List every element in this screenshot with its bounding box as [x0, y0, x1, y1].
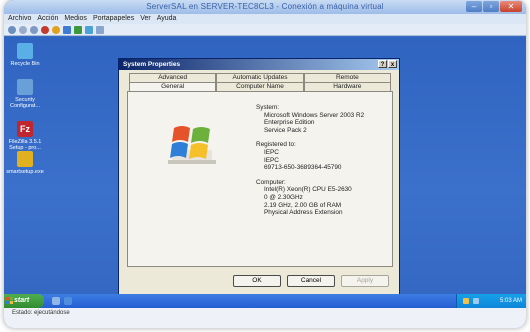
system-line: Service Pack 2 [264, 126, 307, 134]
windows-flag-icon [6, 297, 13, 304]
menu-accion[interactable]: Acción [37, 14, 58, 24]
start-label: start [14, 297, 30, 304]
revert-icon[interactable] [96, 25, 104, 34]
host-window-controls: – ▫ ✕ [466, 1, 522, 12]
windows-logo-icon [168, 126, 216, 164]
ctrl-alt-del-icon[interactable] [8, 25, 16, 34]
clock[interactable]: 5:03 AM [500, 298, 522, 304]
tab-general[interactable]: General [129, 82, 217, 91]
ok-button[interactable]: OK [233, 275, 281, 287]
desktop-icon-label: Security Configurat... [10, 97, 40, 109]
system-info-block: System: Microsoft Windows Server 2003 R2… [256, 104, 364, 217]
system-tray: 5:03 AM [456, 294, 526, 308]
system-line: Microsoft Windows Server 2003 R2 [264, 111, 365, 119]
start-button[interactable]: start [4, 294, 44, 308]
cancel-button[interactable]: Cancel [287, 275, 335, 287]
start-vm-icon[interactable] [19, 25, 27, 34]
host-menu-bar: Archivo Acción Medios Portapapeles Ver A… [4, 14, 526, 24]
computer-heading: Computer: [256, 178, 286, 186]
menu-medios[interactable]: Medios [64, 14, 87, 24]
registered-heading: Registered to: [256, 141, 296, 149]
menu-ver[interactable]: Ver [140, 14, 151, 24]
tabs-row-top: Advanced Automatic Updates Remote [129, 73, 391, 82]
setup-exe-icon [17, 151, 33, 167]
security-config-icon [17, 79, 33, 95]
quick-launch-ie-icon[interactable] [64, 297, 72, 305]
save-state-icon[interactable] [52, 25, 60, 34]
registered-line: IEPC [264, 148, 279, 156]
registered-line: 69713-650-3689364-45790 [264, 164, 342, 172]
host-window-title: ServerSAL en SERVER-TEC8CL3 - Conexión a… [146, 2, 384, 11]
maximize-button[interactable]: ▫ [483, 1, 499, 12]
menu-ayuda[interactable]: Ayuda [157, 14, 177, 24]
computer-line: 2.19 GHz, 2.00 GB of RAM [264, 201, 342, 209]
help-button[interactable]: ? [378, 60, 387, 68]
desktop-icon-label: smartsetup.exe [6, 169, 44, 175]
tab-remote[interactable]: Remote [303, 73, 391, 82]
apply-button[interactable]: Apply [341, 275, 389, 287]
general-tab-panel: System: Microsoft Windows Server 2003 R2… [127, 91, 393, 267]
status-text: Estado: ejecutándose [12, 310, 70, 316]
tab-automatic-updates[interactable]: Automatic Updates [216, 73, 304, 82]
recycle-bin-icon [17, 43, 33, 59]
tray-shield-icon[interactable] [463, 298, 469, 304]
desktop-icon-label: FileZilla 3.5.1 Setup - pro... [8, 139, 42, 151]
minimize-button[interactable]: – [466, 1, 482, 12]
system-line: Enterprise Edition [264, 119, 315, 127]
menu-portapapeles[interactable]: Portapapeles [93, 14, 134, 24]
system-heading: System: [256, 104, 280, 111]
computer-line: 0 @ 2.30GHz [264, 193, 303, 201]
close-button[interactable]: ✕ [500, 1, 522, 12]
desktop-icon-label: Recycle Bin [10, 61, 40, 67]
desktop-icon-recycle-bin[interactable]: Recycle Bin [4, 43, 46, 67]
pause-icon[interactable] [63, 25, 71, 34]
filezilla-icon: Fz [17, 121, 33, 137]
tab-computer-name[interactable]: Computer Name [216, 82, 304, 91]
computer-line: Intel(R) Xeon(R) CPU E5-2630 [264, 186, 352, 194]
registered-line: IEPC [264, 156, 279, 164]
dialog-title: System Properties [123, 61, 181, 68]
shutdown-icon[interactable] [41, 25, 49, 34]
system-properties-dialog: System Properties ? x Advanced Automatic… [118, 58, 400, 298]
computer-line: Physical Address Extension [264, 209, 343, 217]
vm-connection-window: ServerSAL en SERVER-TEC8CL3 - Conexión a… [4, 0, 526, 328]
dialog-title-buttons: ? x [378, 60, 397, 68]
desktop-icon-filezilla[interactable]: Fz FileZilla 3.5.1 Setup - pro... [4, 121, 46, 151]
taskbar: start 5:03 AM [4, 294, 526, 308]
host-title-bar: ServerSAL en SERVER-TEC8CL3 - Conexión a… [4, 0, 526, 14]
turn-off-icon[interactable] [30, 25, 38, 34]
tab-hardware[interactable]: Hardware [303, 82, 391, 91]
tab-advanced[interactable]: Advanced [129, 73, 217, 82]
dialog-title-bar: System Properties ? x [119, 59, 399, 70]
menu-archivo[interactable]: Archivo [8, 14, 31, 24]
desktop-icon-security-config[interactable]: Security Configurat... [4, 79, 46, 109]
dialog-close-button[interactable]: x [388, 60, 397, 68]
snapshot-icon[interactable] [85, 25, 93, 34]
host-status-bar: Estado: ejecutándose [4, 308, 526, 328]
tray-network-icon[interactable] [473, 298, 479, 304]
host-toolbar [4, 24, 526, 36]
tabs-row-bottom: General Computer Name Hardware [129, 82, 391, 91]
quick-launch-desktop-icon[interactable] [52, 297, 60, 305]
guest-desktop: Recycle Bin Security Configurat... Fz Fi… [4, 37, 526, 298]
desktop-icon-smartsetup[interactable]: smartsetup.exe [4, 151, 46, 175]
reset-icon[interactable] [74, 25, 82, 34]
